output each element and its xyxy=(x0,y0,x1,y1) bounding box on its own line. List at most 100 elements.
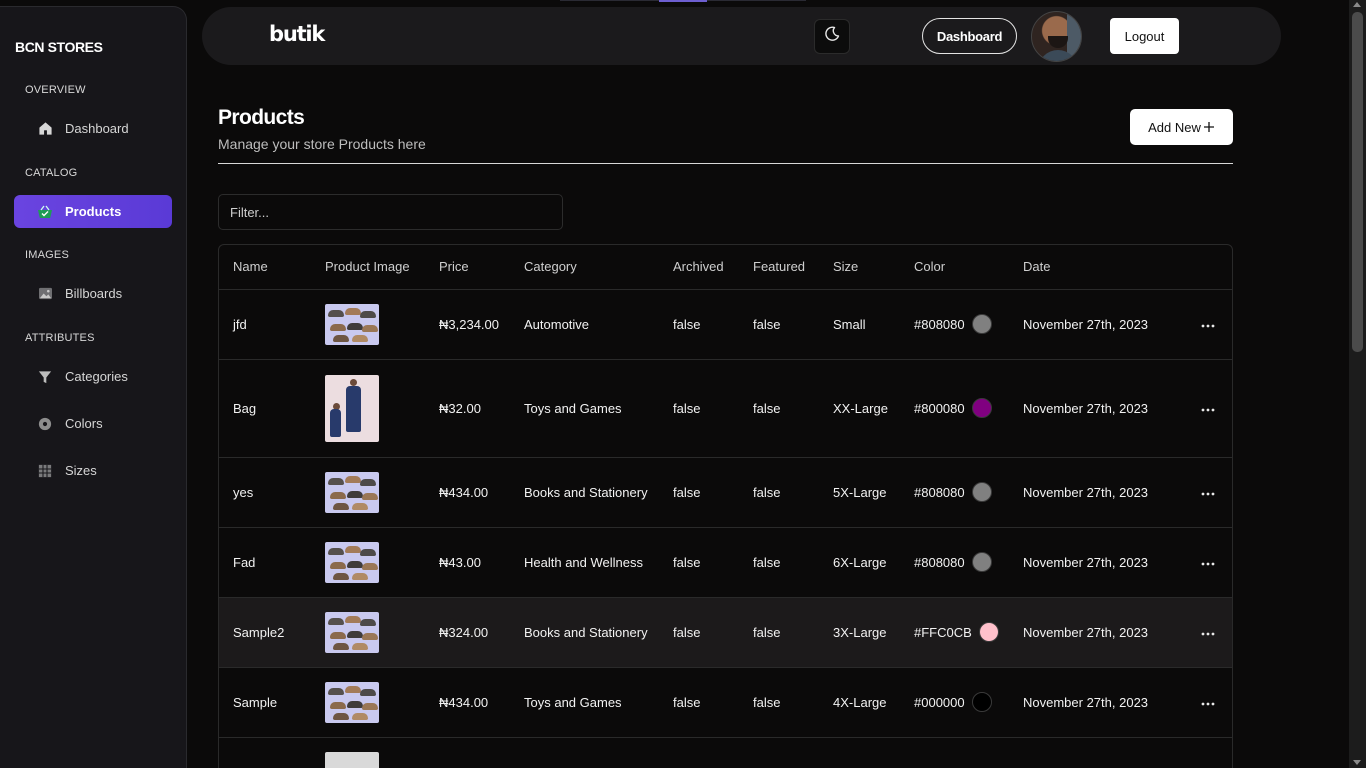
more-actions-icon[interactable] xyxy=(1201,553,1215,570)
product-price: ₦43.00 xyxy=(439,527,524,598)
color-swatch xyxy=(971,552,992,572)
column-header-price[interactable]: Price xyxy=(439,245,524,290)
scroll-thumb[interactable] xyxy=(1352,12,1363,352)
more-actions-icon[interactable] xyxy=(1201,693,1215,710)
top-tab-active xyxy=(659,0,707,2)
scroll-down-icon[interactable] xyxy=(1353,760,1361,765)
sidebar-item-sizes[interactable]: Sizes xyxy=(14,454,172,487)
palette-icon xyxy=(37,416,53,432)
product-thumbnail xyxy=(325,751,379,768)
product-image-cell xyxy=(325,289,439,360)
section-label-images: IMAGES xyxy=(25,249,69,261)
row-actions-cell xyxy=(1183,359,1232,458)
product-category: Automotive xyxy=(524,289,673,360)
product-thumbnail xyxy=(325,541,379,583)
column-header-name[interactable]: Name xyxy=(219,245,325,290)
more-actions-icon[interactable] xyxy=(1201,399,1215,416)
product-name: Fad xyxy=(219,527,325,598)
column-header-featured[interactable]: Featured xyxy=(753,245,833,290)
more-actions-icon[interactable] xyxy=(1201,623,1215,640)
product-image-cell xyxy=(325,359,439,458)
product-image-cell xyxy=(325,457,439,528)
product-date: November 27th, 2023 xyxy=(1023,457,1183,528)
column-header-product-image[interactable]: Product Image xyxy=(325,245,439,290)
product-featured: false xyxy=(753,457,833,528)
product-category: Toys and Games xyxy=(524,667,673,738)
product-color-code: #808080 xyxy=(914,554,965,570)
table-row[interactable]: Bag ₦32.00 Toys and Games false false XX-Larg… xyxy=(219,359,1232,458)
product-archived: false xyxy=(673,597,753,668)
avatar[interactable] xyxy=(1031,11,1082,62)
section-label-overview: OVERVIEW xyxy=(25,84,86,96)
logout-button[interactable]: Logout xyxy=(1110,18,1179,54)
table-row[interactable]: jfd ₦3,234.00 Automotive false false Small #80… xyxy=(219,289,1232,360)
table-row[interactable] xyxy=(219,737,1232,768)
column-header-category[interactable]: Category xyxy=(524,245,673,290)
product-price: ₦434.00 xyxy=(439,667,524,738)
row-actions-cell xyxy=(1183,527,1232,598)
image-icon xyxy=(37,286,53,302)
page-subtitle: Manage your store Products here xyxy=(218,136,426,152)
product-name: yes xyxy=(219,457,325,528)
product-color-code: #000000 xyxy=(914,694,965,710)
sidebar-item-categories[interactable]: Categories xyxy=(14,360,172,393)
row-actions-cell xyxy=(1183,289,1232,360)
product-thumbnail xyxy=(325,611,379,653)
column-header-color[interactable]: Color xyxy=(914,245,1023,290)
product-color-code: #800080 xyxy=(914,400,965,416)
column-header-size[interactable]: Size xyxy=(833,245,914,290)
product-name: jfd xyxy=(219,289,325,360)
column-header-date[interactable]: Date xyxy=(1023,245,1183,290)
sidebar-item-products[interactable]: Products xyxy=(14,195,172,228)
product-featured: false xyxy=(753,667,833,738)
product-category: Books and Stationery xyxy=(524,457,673,528)
basket-icon xyxy=(37,204,53,220)
product-image-cell xyxy=(325,737,439,768)
table-row[interactable]: yes ₦434.00 Books and Stationery false false… xyxy=(219,457,1232,528)
app-logo[interactable]: butik xyxy=(269,22,325,46)
column-header-archived[interactable]: Archived xyxy=(673,245,753,290)
product-thumbnail xyxy=(325,374,379,442)
product-color-cell: #000000 xyxy=(914,667,1023,738)
product-price: ₦434.00 xyxy=(439,457,524,528)
product-size: Small xyxy=(833,289,914,360)
sidebar: BCN STORES OVERVIEW Dashboard CATALOG Pr… xyxy=(0,6,187,768)
more-actions-icon[interactable] xyxy=(1201,483,1215,500)
color-swatch xyxy=(971,692,992,712)
product-color-cell: #FFC0CB xyxy=(914,597,1023,668)
product-price: ₦324.00 xyxy=(439,597,524,668)
table-row[interactable]: Sample ₦434.00 Toys and Games false false 4X-… xyxy=(219,667,1232,738)
dashboard-button[interactable]: Dashboard xyxy=(922,18,1017,54)
sidebar-item-billboards[interactable]: Billboards xyxy=(14,277,172,310)
table-row[interactable]: Fad ₦43.00 Health and Wellness false false 6X… xyxy=(219,527,1232,598)
theme-toggle-button[interactable] xyxy=(814,19,850,54)
product-featured: false xyxy=(753,527,833,598)
sidebar-item-label: Billboards xyxy=(65,286,123,301)
app-root: BCN STORES OVERVIEW Dashboard CATALOG Pr… xyxy=(0,0,1366,768)
product-name: Sample xyxy=(219,667,325,738)
product-name: Bag xyxy=(219,359,325,458)
product-size: 4X-Large xyxy=(833,667,914,738)
sidebar-item-colors[interactable]: Colors xyxy=(14,407,172,440)
row-actions-cell xyxy=(1183,457,1232,528)
top-navbar: butik Dashboard Logout xyxy=(202,7,1281,65)
table-row[interactable]: Sample2 ₦324.00 Books and Stationery false f… xyxy=(219,597,1232,668)
product-category: Toys and Games xyxy=(524,359,673,458)
product-color-code: #FFC0CB xyxy=(914,624,972,640)
product-price: ₦32.00 xyxy=(439,359,524,458)
add-new-label: Add New xyxy=(1148,119,1201,135)
product-color-cell: #808080 xyxy=(914,457,1023,528)
page-scrollbar[interactable] xyxy=(1349,0,1366,768)
more-actions-icon[interactable] xyxy=(1201,315,1215,332)
filter-input[interactable] xyxy=(218,194,563,230)
sidebar-item-dashboard[interactable]: Dashboard xyxy=(14,112,172,145)
product-archived: false xyxy=(673,359,753,458)
product-date: November 27th, 2023 xyxy=(1023,527,1183,598)
section-label-catalog: CATALOG xyxy=(25,167,78,179)
color-swatch xyxy=(971,398,992,418)
product-size: 3X-Large xyxy=(833,597,914,668)
product-archived: false xyxy=(673,457,753,528)
product-category: Books and Stationery xyxy=(524,597,673,668)
scroll-up-icon[interactable] xyxy=(1353,2,1361,7)
add-new-button[interactable]: Add New xyxy=(1130,109,1233,145)
